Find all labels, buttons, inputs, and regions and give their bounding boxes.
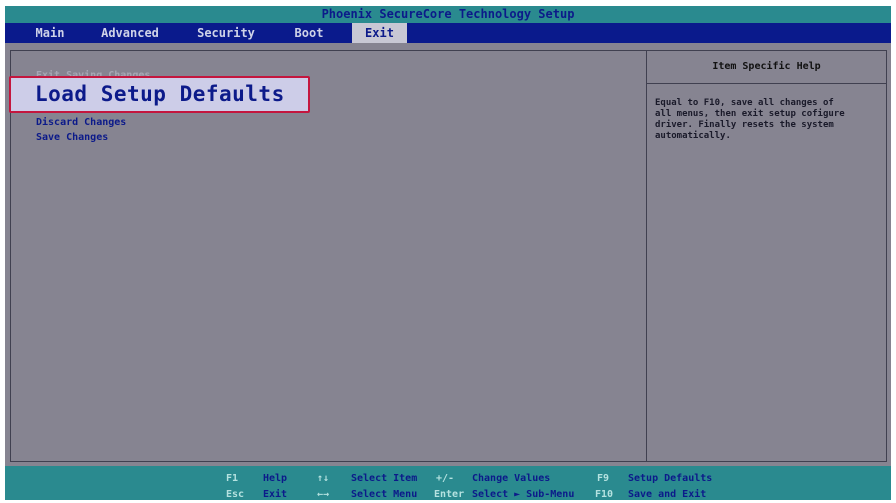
help-line: all menus, then exit setup cofigure bbox=[655, 109, 845, 119]
menu-item-save-changes[interactable]: Save Changes bbox=[36, 132, 108, 143]
tab-advanced[interactable]: Advanced bbox=[93, 23, 167, 43]
key-up-down: ↑↓ bbox=[317, 473, 330, 484]
menu-bar: Main Advanced Security Boot Exit bbox=[5, 23, 891, 43]
help-line: automatically. bbox=[655, 131, 731, 141]
help-line: driver. Finally resets the system bbox=[655, 120, 834, 130]
key-up-down-label: Select Item bbox=[351, 473, 418, 484]
key-f10: F10 bbox=[595, 489, 614, 500]
key-f10-label: Save and Exit bbox=[628, 489, 707, 500]
menu-item-discard-changes[interactable]: Discard Changes bbox=[36, 117, 126, 128]
key-plus-minus: +/- bbox=[436, 473, 455, 484]
key-esc-label: Exit bbox=[263, 489, 288, 500]
help-heading: Item Specific Help bbox=[647, 51, 886, 84]
key-f1-label: Help bbox=[263, 473, 288, 484]
key-f9: F9 bbox=[597, 473, 610, 484]
help-text: Equal to F10, save all changes of all me… bbox=[647, 84, 886, 142]
key-enter: Enter bbox=[434, 489, 465, 500]
key-f1: F1 bbox=[226, 473, 239, 484]
key-legend-bar: F1 Help ↑↓ Select Item +/- Change Values… bbox=[5, 466, 891, 500]
selected-menu-item-label: Load Setup Defaults bbox=[35, 82, 285, 106]
tab-main[interactable]: Main bbox=[25, 23, 75, 43]
key-enter-label: Select ► Sub-Menu bbox=[472, 489, 575, 500]
help-panel: Item Specific Help Equal to F10, save al… bbox=[646, 50, 887, 462]
key-esc: Esc bbox=[226, 489, 245, 500]
help-line: Equal to F10, save all changes of bbox=[655, 98, 834, 108]
key-left-right: ←→ bbox=[317, 489, 330, 500]
selected-menu-item-load-setup-defaults[interactable]: Load Setup Defaults bbox=[9, 76, 310, 113]
window-title: Phoenix SecureCore Technology Setup bbox=[5, 6, 891, 23]
tab-boot[interactable]: Boot bbox=[285, 23, 333, 43]
key-left-right-label: Select Menu bbox=[351, 489, 418, 500]
tab-security[interactable]: Security bbox=[191, 23, 261, 43]
tab-exit[interactable]: Exit bbox=[352, 23, 407, 43]
key-plus-minus-label: Change Values bbox=[472, 473, 551, 484]
key-f9-label: Setup Defaults bbox=[628, 473, 713, 484]
